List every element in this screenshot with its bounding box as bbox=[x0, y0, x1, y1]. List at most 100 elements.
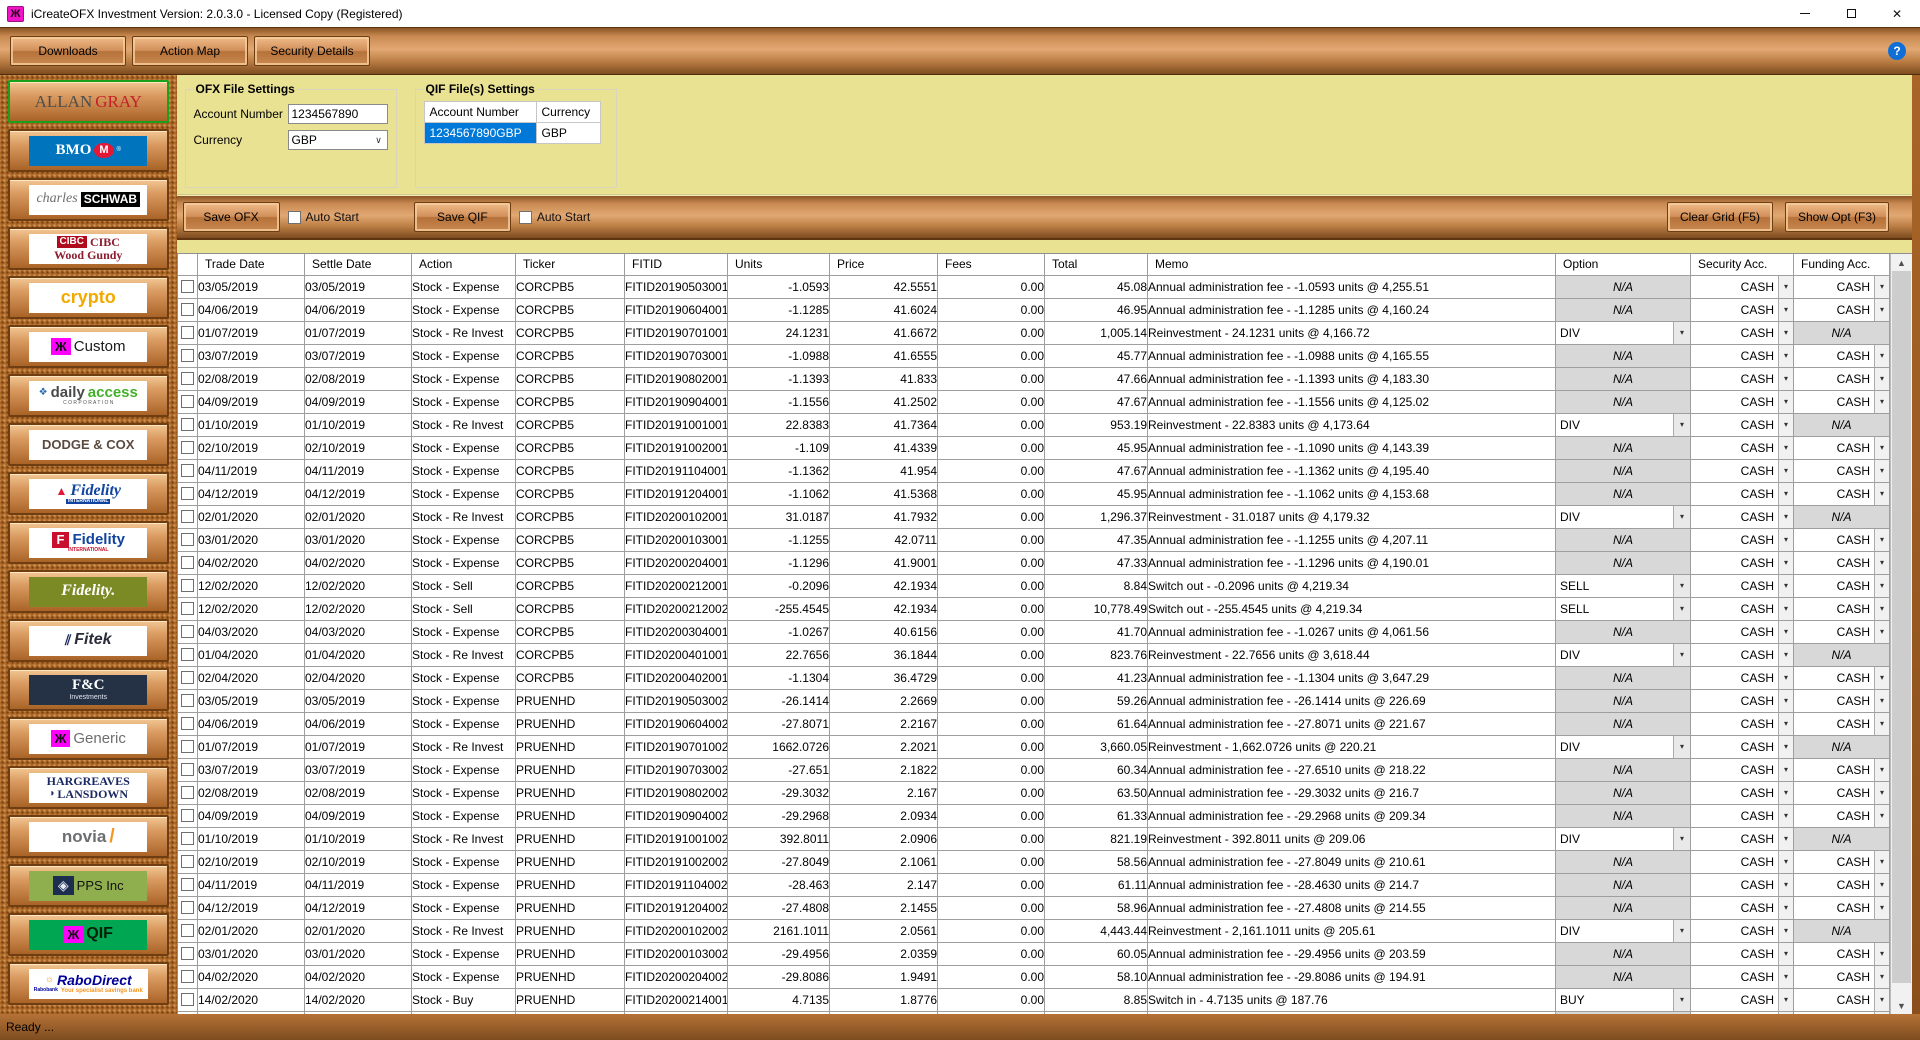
chevron-down-icon[interactable]: ▾ bbox=[1874, 299, 1889, 321]
table-row[interactable]: 03/05/201903/05/2019Stock - ExpenseCORCP… bbox=[178, 275, 1890, 298]
row-checkbox[interactable] bbox=[181, 648, 194, 661]
row-checkbox[interactable] bbox=[181, 924, 194, 937]
row-checkbox[interactable] bbox=[181, 809, 194, 822]
cell-security-acc[interactable]: CASH▾ bbox=[1691, 965, 1794, 988]
cell-funding-acc[interactable]: CASH▾ bbox=[1794, 712, 1890, 735]
cell-funding-acc[interactable]: CASH▾ bbox=[1794, 896, 1890, 919]
cell-security-acc[interactable]: CASH▾ bbox=[1691, 551, 1794, 574]
table-row[interactable]: 03/07/201903/07/2019Stock - ExpenseCORCP… bbox=[178, 344, 1890, 367]
chevron-down-icon[interactable]: ▾ bbox=[1778, 874, 1793, 896]
chevron-down-icon[interactable]: ▾ bbox=[1778, 713, 1793, 735]
col-header-ticker[interactable]: Ticker bbox=[516, 254, 625, 275]
chevron-down-icon[interactable]: ▾ bbox=[1778, 483, 1793, 505]
cell-funding-acc[interactable]: CASH▾ bbox=[1794, 942, 1890, 965]
chevron-down-icon[interactable]: ▾ bbox=[1778, 437, 1793, 459]
table-row[interactable]: 04/11/201904/11/2019Stock - ExpensePRUEN… bbox=[178, 873, 1890, 896]
cell-security-acc[interactable]: CASH▾ bbox=[1691, 873, 1794, 896]
cell-funding-acc[interactable]: CASH▾ bbox=[1794, 988, 1890, 1011]
cell-funding-acc[interactable]: CASH▾ bbox=[1794, 781, 1890, 804]
action-map-button[interactable]: Action Map bbox=[132, 36, 248, 66]
col-header-fees[interactable]: Fees bbox=[938, 254, 1045, 275]
cell-security-acc[interactable]: CASH▾ bbox=[1691, 505, 1794, 528]
chevron-down-icon[interactable]: ▾ bbox=[1778, 805, 1793, 827]
cell-funding-acc[interactable]: CASH▾ bbox=[1794, 275, 1890, 298]
chevron-down-icon[interactable]: ▾ bbox=[1778, 943, 1793, 965]
cell-security-acc[interactable]: CASH▾ bbox=[1691, 459, 1794, 482]
cell-option[interactable]: DIV▾ bbox=[1556, 827, 1691, 850]
table-row[interactable]: 12/02/202012/02/2020Stock - SellCORCPB5F… bbox=[178, 574, 1890, 597]
currency-select[interactable]: GBP ∨ bbox=[288, 130, 388, 150]
cell-option[interactable]: DIV▾ bbox=[1556, 919, 1691, 942]
cell-funding-acc[interactable]: CASH▾ bbox=[1794, 804, 1890, 827]
table-row[interactable]: 04/11/201904/11/2019Stock - ExpenseCORCP… bbox=[178, 459, 1890, 482]
close-button[interactable]: ✕ bbox=[1874, 0, 1920, 27]
cell-security-acc[interactable]: CASH▾ bbox=[1691, 298, 1794, 321]
row-checkbox[interactable] bbox=[181, 533, 194, 546]
chevron-down-icon[interactable]: ▾ bbox=[1874, 368, 1889, 390]
table-row[interactable]: 04/12/201904/12/2019Stock - ExpensePRUEN… bbox=[178, 896, 1890, 919]
cell-security-acc[interactable]: CASH▾ bbox=[1691, 436, 1794, 459]
qif-account-cell[interactable]: 1234567890GBP bbox=[424, 123, 536, 144]
row-checkbox[interactable] bbox=[181, 694, 194, 707]
chevron-down-icon[interactable]: ▾ bbox=[1673, 644, 1690, 666]
cell-security-acc[interactable]: CASH▾ bbox=[1691, 275, 1794, 298]
sidebar-item-qif[interactable]: ЖQIF bbox=[8, 913, 169, 956]
sidebar-item-dodge-and-cox[interactable]: DODGE & COX bbox=[8, 423, 169, 466]
cell-option[interactable]: DIV▾ bbox=[1556, 735, 1691, 758]
scroll-down-icon[interactable]: ▼ bbox=[1891, 997, 1912, 1014]
sidebar-item-hargreaves-lansdown[interactable]: HARGREAVES◑LANSDOWN bbox=[8, 766, 169, 809]
row-checkbox[interactable] bbox=[181, 372, 194, 385]
chevron-down-icon[interactable]: ▾ bbox=[1874, 391, 1889, 413]
cell-security-acc[interactable]: CASH▾ bbox=[1691, 827, 1794, 850]
row-checkbox[interactable] bbox=[181, 349, 194, 362]
table-row[interactable]: 04/02/202004/02/2020Stock - ExpenseCORCP… bbox=[178, 551, 1890, 574]
sidebar-item-bmo[interactable]: BMOM® bbox=[8, 129, 169, 172]
row-checkbox[interactable] bbox=[181, 579, 194, 592]
table-row[interactable]: 03/07/201903/07/2019Stock - ExpensePRUEN… bbox=[178, 758, 1890, 781]
cell-option[interactable]: DIV▾ bbox=[1556, 643, 1691, 666]
table-row[interactable]: 02/08/201902/08/2019Stock - ExpensePRUEN… bbox=[178, 781, 1890, 804]
chevron-down-icon[interactable]: ▾ bbox=[1874, 437, 1889, 459]
chevron-down-icon[interactable]: ▾ bbox=[1874, 805, 1889, 827]
chevron-down-icon[interactable]: ▾ bbox=[1778, 759, 1793, 781]
sidebar-item-cibc-wood-gundy[interactable]: CIBCCIBCWood Gundy bbox=[8, 227, 169, 270]
cell-funding-acc[interactable]: CASH▾ bbox=[1794, 551, 1890, 574]
table-row[interactable]: 01/07/201901/07/2019Stock - Re InvestPRU… bbox=[178, 735, 1890, 758]
cell-funding-acc[interactable]: CASH▾ bbox=[1794, 850, 1890, 873]
table-row[interactable]: 01/10/201901/10/2019Stock - Re InvestPRU… bbox=[178, 827, 1890, 850]
chevron-down-icon[interactable]: ▾ bbox=[1778, 851, 1793, 873]
table-row[interactable]: 04/03/202004/03/2020Stock - ExpenseCORCP… bbox=[178, 620, 1890, 643]
cell-funding-acc[interactable]: CASH▾ bbox=[1794, 873, 1890, 896]
sidebar-item-pps-inc[interactable]: ◈PPS Inc bbox=[8, 864, 169, 907]
chevron-down-icon[interactable]: ▾ bbox=[1874, 897, 1889, 919]
table-row[interactable]: 04/06/201904/06/2019Stock - ExpenseCORCP… bbox=[178, 298, 1890, 321]
downloads-button[interactable]: Downloads bbox=[10, 36, 126, 66]
row-checkbox[interactable] bbox=[181, 303, 194, 316]
chevron-down-icon[interactable]: ▾ bbox=[1778, 529, 1793, 551]
table-row[interactable]: 04/12/201904/12/2019Stock - ExpenseCORCP… bbox=[178, 482, 1890, 505]
table-row[interactable]: 01/07/201901/07/2019Stock - Re InvestCOR… bbox=[178, 321, 1890, 344]
chevron-down-icon[interactable]: ▾ bbox=[1874, 782, 1889, 804]
cell-option[interactable]: DIV▾ bbox=[1556, 505, 1691, 528]
cell-security-acc[interactable]: CASH▾ bbox=[1691, 528, 1794, 551]
cell-security-acc[interactable]: CASH▾ bbox=[1691, 574, 1794, 597]
auto-start-qif-checkbox[interactable] bbox=[519, 211, 532, 224]
cell-security-acc[interactable]: CASH▾ bbox=[1691, 321, 1794, 344]
cell-security-acc[interactable]: CASH▾ bbox=[1691, 712, 1794, 735]
sidebar-item-fc-investments[interactable]: F&CInvestments bbox=[8, 668, 169, 711]
cell-security-acc[interactable]: CASH▾ bbox=[1691, 367, 1794, 390]
row-checkbox[interactable] bbox=[181, 487, 194, 500]
cell-security-acc[interactable]: CASH▾ bbox=[1691, 482, 1794, 505]
chevron-down-icon[interactable]: ▾ bbox=[1778, 690, 1793, 712]
chevron-down-icon[interactable]: ▾ bbox=[1778, 322, 1793, 344]
scrollbar-thumb[interactable] bbox=[1892, 271, 1911, 983]
chevron-down-icon[interactable]: ▾ bbox=[1874, 345, 1889, 367]
table-row[interactable]: 04/06/201904/06/2019Stock - ExpensePRUEN… bbox=[178, 712, 1890, 735]
chevron-down-icon[interactable]: ▾ bbox=[1874, 460, 1889, 482]
col-header-funding-acc[interactable]: Funding Acc. bbox=[1794, 254, 1890, 275]
chevron-down-icon[interactable]: ▾ bbox=[1874, 276, 1889, 298]
cell-security-acc[interactable]: CASH▾ bbox=[1691, 390, 1794, 413]
cell-security-acc[interactable]: CASH▾ bbox=[1691, 597, 1794, 620]
save-ofx-button[interactable]: Save OFX bbox=[183, 202, 280, 232]
chevron-down-icon[interactable]: ▾ bbox=[1778, 575, 1793, 597]
